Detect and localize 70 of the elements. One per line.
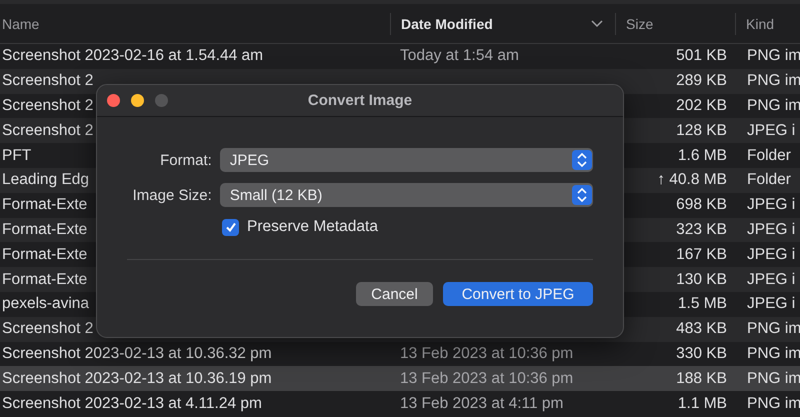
field-label: Image Size: (132, 186, 212, 204)
file-kind: JPEG i (746, 295, 796, 314)
file-size: 128 KB (676, 122, 728, 140)
file-size: 188 KB (676, 370, 728, 388)
file-name: pexels-avina (1, 295, 90, 314)
file-name: Screenshot 2023-02-16 at 1.54.44 am (1, 47, 264, 66)
file-size: 483 KB (676, 320, 728, 338)
file-name: Format-Exte (1, 246, 88, 264)
column-header[interactable]: Kind (746, 16, 774, 32)
file-kind: JPEG i (746, 270, 796, 289)
close-button[interactable] (107, 94, 120, 107)
file-size: ↑ 40.8 MB (657, 171, 728, 190)
checkbox-label: Preserve Metadata (247, 218, 378, 236)
chevron-down-icon (591, 20, 603, 28)
file-name: Screenshot 2 (1, 320, 94, 338)
file-size: 501 KB (676, 47, 728, 66)
file-name: Screenshot 2 (1, 72, 94, 90)
dialog-title: Convert Image (306, 92, 414, 109)
popup-menu[interactable]: JPEG (220, 148, 593, 172)
file-name: Format-Exte (1, 270, 88, 289)
file-name: Format-Exte (1, 220, 88, 239)
file-size: 323 KB (676, 220, 728, 239)
stepper-icon (572, 150, 592, 170)
file-name: Format-Exte (1, 196, 88, 214)
file-row[interactable]: Screenshot 2023-02-13 at 10.36.32 pm 13 Feb 2023 at 10:36 pm 330 KB PNG im (0, 342, 800, 366)
column-header[interactable]: Name (2, 16, 40, 32)
file-size: 330 KB (676, 344, 728, 363)
file-size: 289 KB (676, 72, 728, 90)
file-kind: PNG im (746, 72, 800, 90)
file-kind: JPEG i (746, 196, 796, 214)
checkmark-icon (224, 221, 236, 233)
file-kind: PNG im (746, 394, 800, 413)
file-kind: JPEG i (746, 220, 796, 239)
file-size: 1.1 MB (678, 394, 728, 413)
checkbox[interactable] (222, 218, 239, 236)
file-kind: JPEG i (746, 122, 796, 140)
file-size: 698 KB (676, 196, 728, 214)
file-size: 1.6 MB (678, 146, 728, 165)
column-header[interactable]: Size (626, 16, 654, 32)
file-kind: Folder (746, 146, 791, 165)
file-kind: PNG im (746, 47, 800, 66)
file-name: Screenshot 2 (1, 96, 94, 115)
column-header[interactable]: Date Modified (401, 16, 493, 32)
file-name: Leading Edg (1, 171, 90, 190)
file-row[interactable]: Screenshot 2023-02-13 at 10.36.19 pm 13 Feb 2023 at 10:36 pm 188 KB PNG im (0, 366, 800, 392)
date-modified: 13 Feb 2023 at 4:11 pm (399, 394, 564, 413)
file-name: Screenshot 2023-02-13 at 10.36.19 pm (1, 370, 272, 388)
file-kind: PNG im (746, 96, 800, 115)
convert-button[interactable]: Convert to JPEG (443, 282, 593, 306)
file-kind: PNG im (746, 344, 800, 363)
date-modified: 13 Feb 2023 at 10:36 pm (399, 344, 574, 363)
date-modified: Today at 1:54 am (399, 47, 519, 66)
popup-menu[interactable]: Small (12 KB) (220, 183, 593, 207)
field-label: Format: (159, 152, 212, 168)
cancel-button[interactable]: Cancel (356, 282, 433, 306)
file-name: Screenshot 2023-02-13 at 4.11.24 pm (1, 394, 262, 413)
file-kind: JPEG i (746, 246, 796, 264)
file-kind: PNG im (746, 320, 800, 338)
file-size: 130 KB (676, 270, 728, 289)
file-kind: PNG im (746, 370, 800, 388)
file-size: 167 KB (676, 246, 728, 264)
file-name: Screenshot 2 (1, 122, 94, 140)
file-size: 1.5 MB (678, 295, 728, 314)
file-name: Screenshot 2023-02-13 at 10.36.32 pm (1, 344, 272, 363)
stepper-icon (572, 185, 592, 205)
minimize-button[interactable] (131, 94, 144, 107)
file-size: 202 KB (676, 96, 728, 115)
date-modified: 13 Feb 2023 at 10:36 pm (399, 370, 574, 388)
file-name: PFT (1, 146, 32, 165)
file-kind: Folder (746, 171, 791, 190)
